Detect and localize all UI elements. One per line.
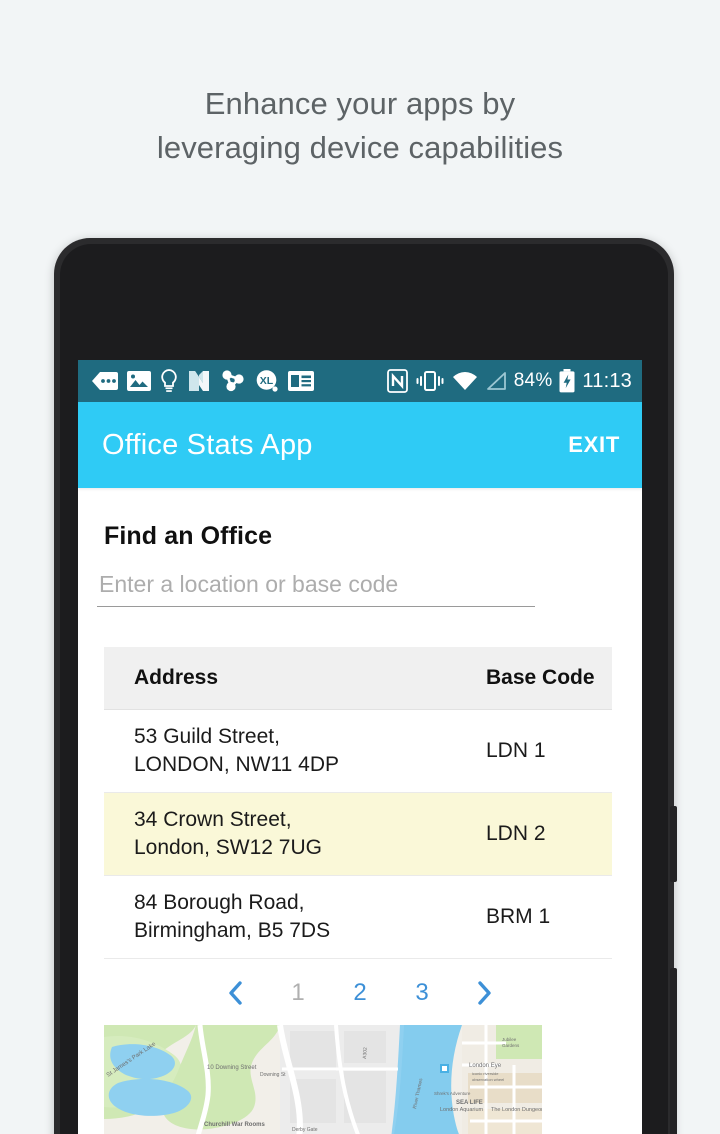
xl-circle-icon: XL — [256, 370, 278, 392]
screenshot-stage: Enhance your apps by leveraging device c… — [0, 0, 720, 1134]
lightbulb-icon — [161, 369, 177, 392]
cell-address: 34 Crown Street, London, SW12 7UG — [104, 792, 456, 876]
headline-line-1: Enhance your apps by — [204, 86, 516, 121]
status-bar-right-icons: 84% 11:13 — [386, 369, 632, 393]
cell-address: 53 Guild Street, LONDON, NW11 4DP — [104, 709, 456, 793]
svg-text:10 Downing Street: 10 Downing Street — [207, 1065, 257, 1071]
clock-label: 11:13 — [582, 369, 632, 392]
nodes-icon — [222, 370, 244, 392]
battery-charging-icon — [559, 369, 575, 393]
svg-text:Derby Gate: Derby Gate — [292, 1127, 318, 1133]
pagination-next-button[interactable] — [453, 980, 515, 1006]
vibrate-icon — [416, 371, 444, 391]
photo-icon — [127, 371, 151, 391]
cell-base-code: BRM 1 — [456, 875, 612, 959]
address-line-1: 84 Borough Road, — [134, 891, 305, 914]
power-button[interactable] — [670, 806, 677, 882]
svg-text:A302: A302 — [362, 1047, 369, 1059]
cell-base-code: LDN 2 — [456, 792, 612, 876]
map-preview[interactable]: St James's Park Lake 10 Downing Street D… — [104, 1025, 542, 1134]
search-input[interactable] — [97, 569, 535, 607]
address-line-2: London, SW12 7UG — [134, 836, 322, 859]
volume-button[interactable] — [670, 968, 677, 1134]
table-row[interactable]: 34 Crown Street, London, SW12 7UG LDN 2 — [104, 792, 612, 876]
chevron-right-icon — [478, 981, 491, 1005]
headline-line-2: leveraging device capabilities — [156, 130, 564, 165]
svg-text:London Aquarium: London Aquarium — [440, 1107, 484, 1113]
address-line-1: 53 Guild Street, — [134, 725, 280, 748]
pagination-prev-button[interactable] — [205, 980, 267, 1006]
address-line-2: LONDON, NW11 4DP — [134, 753, 339, 776]
signal-icon — [486, 372, 506, 390]
svg-text:Downing St: Downing St — [260, 1072, 286, 1078]
status-bar: XL 84% 11:13 — [78, 360, 642, 402]
search-field-wrapper — [97, 569, 535, 607]
cell-base-code: LDN 1 — [456, 709, 612, 793]
news-card-icon — [288, 371, 314, 391]
address-line-2: Birmingham, B5 7DS — [134, 919, 331, 942]
phone-screen: XL 84% 11:13 Office Stats App EXIT Find … — [78, 360, 642, 1134]
exit-button[interactable]: EXIT — [568, 432, 620, 458]
svg-text:iconic riverside: iconic riverside — [472, 1071, 499, 1076]
app-bar: Office Stats App EXIT — [78, 402, 642, 488]
table-row[interactable]: 84 Borough Road, Birmingham, B5 7DS BRM … — [104, 875, 612, 959]
app-content: Find an Office Address Base Code 53 Guil… — [78, 522, 642, 1134]
column-header-base-code: Base Code — [456, 647, 612, 710]
page-title: Find an Office — [104, 522, 273, 550]
map-image: St James's Park Lake 10 Downing Street D… — [104, 1025, 542, 1134]
battery-percent-label: 84% — [513, 370, 553, 391]
pagination: 1 2 3 — [78, 979, 642, 1007]
svg-text:XL: XL — [260, 375, 274, 387]
svg-text:Jubilee: Jubilee — [502, 1037, 517, 1042]
offices-table: Address Base Code 53 Guild Street, LONDO… — [104, 647, 612, 959]
message-icon — [92, 372, 118, 390]
status-bar-left-icons: XL — [92, 369, 314, 393]
svg-text:Gardens: Gardens — [502, 1043, 520, 1048]
svg-text:Shrek's Adventure: Shrek's Adventure — [434, 1091, 471, 1096]
pagination-page-3[interactable]: 3 — [391, 979, 453, 1007]
wifi-icon — [452, 372, 477, 390]
page-headline: Enhance your apps by leveraging device c… — [0, 82, 720, 170]
svg-text:London Eye: London Eye — [469, 1063, 502, 1069]
pagination-page-2[interactable]: 2 — [329, 979, 391, 1007]
app-title: Office Stats App — [102, 428, 313, 461]
svg-text:The London Dungeon: The London Dungeon — [491, 1107, 542, 1113]
cell-address: 84 Borough Road, Birmingham, B5 7DS — [104, 875, 456, 959]
pagination-page-1[interactable]: 1 — [267, 979, 329, 1007]
table-row[interactable]: 53 Guild Street, LONDON, NW11 4DP LDN 1 — [104, 709, 612, 793]
column-header-address: Address — [104, 647, 456, 710]
table-header-row: Address Base Code — [104, 647, 612, 710]
n-logo-icon — [189, 371, 209, 391]
svg-text:observation wheel: observation wheel — [472, 1077, 504, 1082]
nfc-icon — [386, 369, 408, 393]
svg-text:SEA LIFE: SEA LIFE — [456, 1100, 483, 1106]
address-line-1: 34 Crown Street, — [134, 808, 292, 831]
svg-text:Churchill War Rooms: Churchill War Rooms — [204, 1122, 265, 1128]
chevron-left-icon — [229, 981, 242, 1005]
